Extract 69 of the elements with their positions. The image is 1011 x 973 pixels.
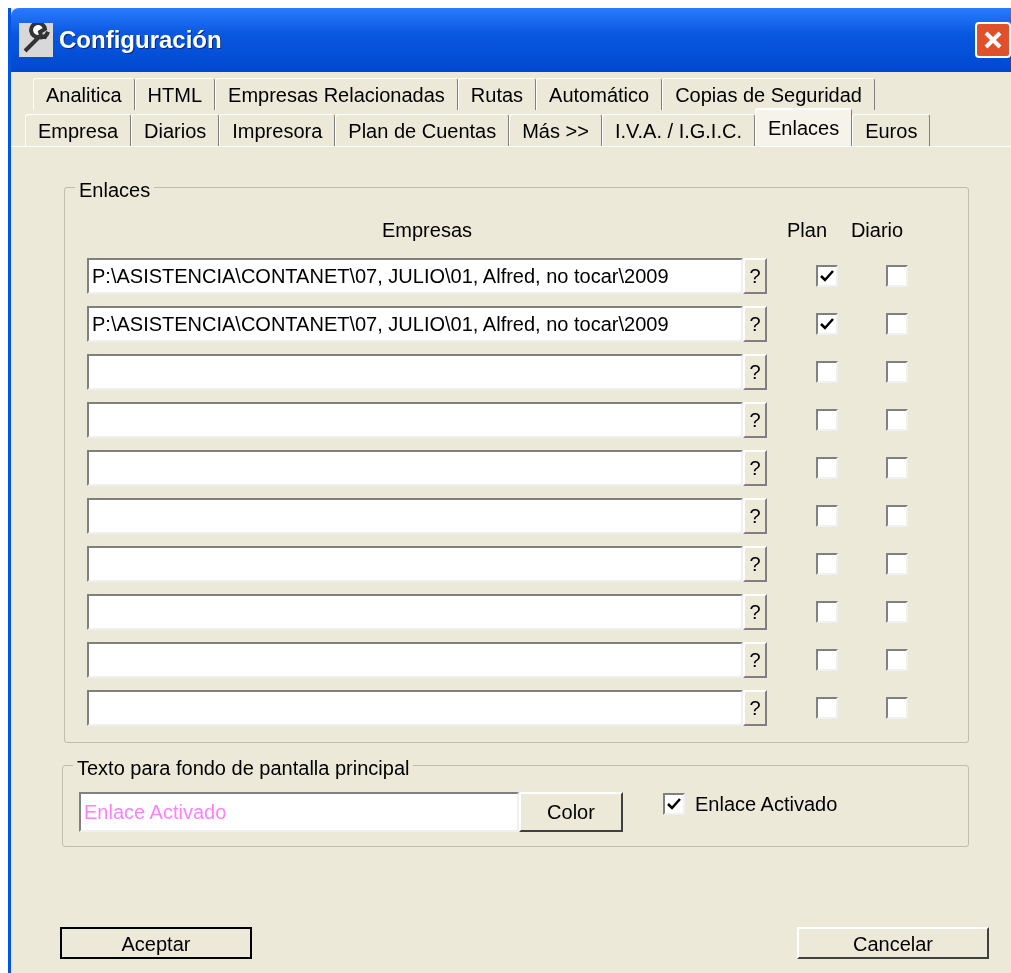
checkmark-icon (667, 798, 681, 810)
close-button[interactable] (975, 22, 1011, 58)
diario-checkbox[interactable] (886, 313, 908, 335)
path-field[interactable] (87, 690, 743, 726)
plan-checkbox[interactable] (816, 457, 838, 479)
path-field[interactable]: P:\ASISTENCIA\CONTANET\07, JULIO\01, Alfred, no tocar\2009 (87, 306, 743, 342)
checkbox-label: Enlace Activado (695, 792, 838, 817)
plan-checkbox[interactable] (816, 409, 838, 431)
color-button[interactable]: Color (519, 792, 623, 832)
browse-button[interactable]: ? (743, 402, 767, 438)
tab[interactable]: Diarios (131, 114, 220, 146)
tab[interactable]: Enlaces (755, 108, 853, 146)
dialog-button[interactable]: Cancelar (797, 927, 989, 959)
plan-checkbox[interactable] (816, 361, 838, 383)
browse-button[interactable]: ? (743, 498, 767, 534)
plan-checkbox[interactable] (816, 649, 838, 671)
diario-checkbox[interactable] (886, 505, 908, 527)
plan-checkbox[interactable] (816, 601, 838, 623)
checkbox[interactable] (663, 793, 685, 815)
path-field[interactable]: P:\ASISTENCIA\CONTANET\07, JULIO\01, Alfred, no tocar\2009 (87, 258, 743, 294)
path-field[interactable] (87, 498, 743, 534)
diario-checkbox[interactable] (886, 265, 908, 287)
diario-checkbox[interactable] (886, 457, 908, 479)
tab[interactable]: Empresas Relacionadas (215, 78, 458, 110)
tab[interactable]: Euros (852, 114, 931, 146)
tab[interactable]: Copias de Seguridad (662, 78, 875, 110)
plan-checkbox[interactable] (816, 265, 838, 287)
tab[interactable]: Impresora (219, 114, 336, 146)
browse-button[interactable]: ? (743, 354, 767, 390)
column-header: Diario (849, 218, 905, 243)
tab[interactable]: Analitica (33, 78, 135, 110)
column-header: Empresas (381, 218, 473, 243)
window-title: Configuración (59, 25, 222, 55)
tab[interactable]: Más >> (509, 114, 602, 146)
browse-button[interactable]: ? (743, 258, 767, 294)
dialog-button[interactable]: Aceptar (60, 927, 252, 959)
plan-checkbox[interactable] (816, 313, 838, 335)
path-field[interactable] (87, 594, 743, 630)
browse-button[interactable]: ? (743, 642, 767, 678)
tab[interactable]: Automático (536, 78, 663, 110)
browse-button[interactable]: ? (743, 546, 767, 582)
path-field[interactable] (87, 546, 743, 582)
path-field[interactable] (87, 354, 743, 390)
browse-button[interactable]: ? (743, 690, 767, 726)
tab[interactable]: HTML (134, 78, 216, 110)
column-header: Plan (786, 218, 828, 243)
diario-checkbox[interactable] (886, 553, 908, 575)
browse-button[interactable]: ? (743, 450, 767, 486)
path-field[interactable] (87, 450, 743, 486)
diario-checkbox[interactable] (886, 601, 908, 623)
close-icon (983, 30, 1003, 50)
plan-checkbox[interactable] (816, 553, 838, 575)
tab[interactable]: Plan de Cuentas (335, 114, 510, 146)
diario-checkbox[interactable] (886, 649, 908, 671)
diario-checkbox[interactable] (886, 409, 908, 431)
tab[interactable]: Empresa (25, 114, 132, 146)
checkmark-icon (820, 318, 834, 330)
checkmark-icon (820, 270, 834, 282)
tab[interactable]: Rutas (457, 78, 537, 110)
browse-button[interactable]: ? (743, 594, 767, 630)
tab[interactable]: I.V.A. / I.G.I.C. (601, 114, 755, 146)
plan-checkbox[interactable] (816, 697, 838, 719)
wrench-icon (19, 23, 53, 57)
path-field[interactable] (87, 642, 743, 678)
browse-button[interactable]: ? (743, 306, 767, 342)
plan-checkbox[interactable] (816, 505, 838, 527)
diario-checkbox[interactable] (886, 361, 908, 383)
path-field[interactable] (87, 402, 743, 438)
diario-checkbox[interactable] (886, 697, 908, 719)
